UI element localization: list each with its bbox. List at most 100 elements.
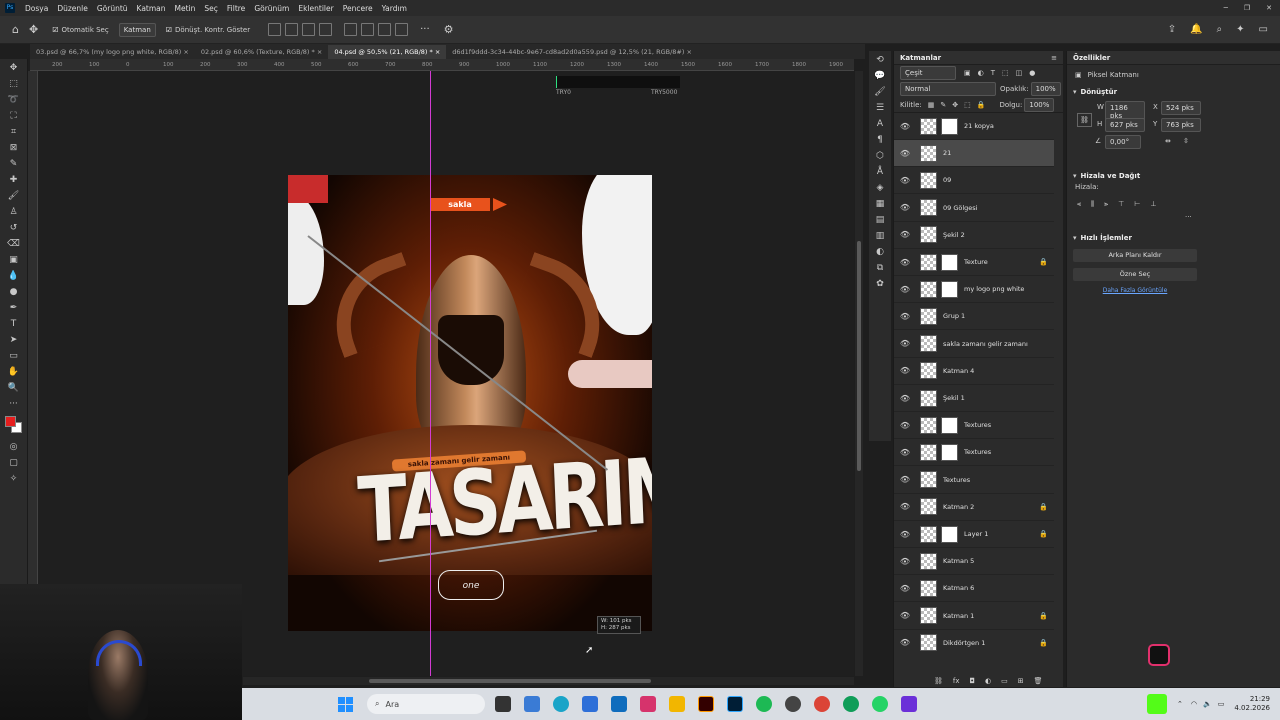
h-field[interactable]: 627 pks bbox=[1105, 118, 1145, 132]
layer-row[interactable]: 👁 Katman 2 🔒 bbox=[894, 494, 1054, 521]
layer-mask-thumbnail[interactable] bbox=[941, 443, 958, 461]
eraser-icon[interactable]: ⌫ bbox=[4, 236, 24, 251]
layer-row[interactable]: 👁 Texture 🔒 bbox=[894, 249, 1054, 276]
align-section-header[interactable]: ▾ Hizala ve Dağıt bbox=[1067, 169, 1280, 183]
app-b-icon[interactable] bbox=[901, 696, 917, 712]
select-subject-button[interactable]: Özne Seç bbox=[1073, 268, 1197, 281]
layer-filter-select[interactable]: Çeşit bbox=[900, 66, 956, 80]
filter-pixel-icon[interactable]: ▣ bbox=[964, 69, 971, 77]
adjustment-layer-icon[interactable]: ◐ bbox=[985, 677, 991, 685]
filter-toggle-icon[interactable]: ● bbox=[1029, 69, 1035, 77]
quick-mask-icon[interactable]: ◎ bbox=[4, 439, 24, 454]
libraries-panel-icon[interactable]: ⧉ bbox=[870, 260, 890, 275]
more-tools-icon[interactable]: ··· bbox=[4, 396, 24, 411]
search-icon[interactable]: ⌕ bbox=[1217, 24, 1223, 35]
blend-mode-select[interactable]: Normal bbox=[900, 82, 996, 96]
taskbar-search[interactable]: ⌕ Ara bbox=[367, 694, 485, 714]
align-center-h-icon[interactable]: ⫼ bbox=[1091, 200, 1094, 209]
path-select-icon[interactable]: ➤ bbox=[4, 332, 24, 347]
photoshop-app-icon[interactable] bbox=[727, 696, 743, 712]
color-swatches[interactable] bbox=[3, 414, 25, 436]
horizontal-scroll-thumb[interactable] bbox=[369, 679, 651, 683]
tray-chevron-icon[interactable]: ⌃ bbox=[1177, 700, 1183, 708]
y-field[interactable]: 763 pks bbox=[1161, 118, 1201, 132]
distribute-icon[interactable] bbox=[395, 23, 409, 36]
quick-actions-header[interactable]: ▾ Hızlı İşlemler bbox=[1067, 231, 1280, 245]
flip-h-icon[interactable]: ⇹ bbox=[1165, 137, 1171, 145]
paragraph-panel-icon[interactable]: ¶ bbox=[870, 132, 890, 147]
settings-gear-icon[interactable]: ⚙ bbox=[444, 23, 454, 36]
document-tab[interactable]: 04.psd @ 50,5% (21, RGB/8) * × bbox=[328, 44, 447, 59]
align-top-icon[interactable] bbox=[344, 23, 358, 36]
actions-panel-icon[interactable]: ✿ bbox=[870, 276, 890, 291]
photoshop-logo-icon[interactable]: Ps bbox=[5, 3, 15, 13]
layer-row[interactable]: 👁 Katman 1 🔒 bbox=[894, 603, 1054, 630]
lock-transparency-icon[interactable]: ▦ bbox=[928, 101, 935, 109]
minimize-icon[interactable]: ─ bbox=[1224, 4, 1228, 12]
layer-row[interactable]: 👁 09 bbox=[894, 167, 1054, 195]
visibility-eye-icon[interactable]: 👁 bbox=[898, 285, 912, 294]
layer-row[interactable]: 👁 Katman 5 bbox=[894, 548, 1054, 576]
stamp-icon[interactable]: ♙ bbox=[4, 204, 24, 219]
layer-row[interactable]: 👁 09 Gölgesi bbox=[894, 195, 1054, 222]
close-tab-icon[interactable]: × bbox=[433, 48, 440, 56]
document-tab[interactable]: 02.psd @ 60,6% (Texture, RGB/8) * × bbox=[195, 45, 329, 59]
visibility-eye-icon[interactable]: 👁 bbox=[898, 638, 912, 647]
layer-mask-thumbnail[interactable] bbox=[941, 416, 958, 434]
visibility-eye-icon[interactable]: 👁 bbox=[898, 258, 912, 267]
menu-item[interactable]: Metin bbox=[175, 4, 196, 13]
screen-mode-icon[interactable]: ▢ bbox=[4, 455, 24, 470]
history-panel-icon[interactable]: ⟲ bbox=[870, 52, 890, 67]
visibility-eye-icon[interactable]: 👁 bbox=[898, 312, 912, 321]
layer-row[interactable]: 👁 21 bbox=[894, 140, 1054, 168]
align-bottom-edge-icon[interactable]: ⊥ bbox=[1150, 200, 1156, 208]
store-icon[interactable] bbox=[524, 696, 540, 712]
visibility-eye-icon[interactable]: 👁 bbox=[898, 502, 912, 511]
zoom-icon[interactable]: 🔍 bbox=[4, 380, 24, 395]
edge-icon[interactable] bbox=[553, 696, 569, 712]
menu-item[interactable]: Düzenle bbox=[57, 4, 88, 13]
x-field[interactable]: 524 pks bbox=[1161, 101, 1201, 115]
layer-row[interactable]: 👁 Textures bbox=[894, 412, 1054, 440]
layers-title[interactable]: Katmanlar bbox=[900, 54, 941, 62]
link-wh-icon[interactable]: ⛓ bbox=[1077, 113, 1092, 127]
properties-title[interactable]: Özellikler bbox=[1073, 54, 1110, 62]
layer-mask-thumbnail[interactable] bbox=[941, 525, 958, 543]
color-panel-icon[interactable]: ◐ bbox=[870, 244, 890, 259]
align-more-icon[interactable]: ··· bbox=[1067, 213, 1280, 227]
move-tool-icon[interactable]: ✥ bbox=[29, 23, 38, 36]
visibility-eye-icon[interactable]: 👁 bbox=[898, 394, 912, 403]
filter-shape-icon[interactable]: ⬚ bbox=[1002, 69, 1009, 77]
visibility-eye-icon[interactable]: 👁 bbox=[898, 149, 912, 158]
workspace-icon[interactable]: ▭ bbox=[1259, 24, 1268, 35]
align-hcenter-icon[interactable] bbox=[285, 23, 299, 36]
task-view-icon[interactable] bbox=[495, 696, 511, 712]
crop-icon[interactable]: ⌗ bbox=[4, 124, 24, 139]
visibility-eye-icon[interactable]: 👁 bbox=[898, 530, 912, 539]
horizontal-scrollbar[interactable] bbox=[243, 677, 854, 685]
gradient-panel-icon[interactable]: ▤ bbox=[870, 212, 890, 227]
menu-item[interactable]: Filtre bbox=[227, 4, 245, 13]
visibility-eye-icon[interactable]: 👁 bbox=[898, 366, 912, 375]
comment-panel-icon[interactable]: 💬 bbox=[870, 68, 890, 83]
foreground-color-swatch[interactable] bbox=[4, 416, 16, 427]
align-justify-icon[interactable] bbox=[319, 23, 333, 36]
lasso-icon[interactable]: ➰ bbox=[4, 92, 24, 107]
fx-icon[interactable]: fx bbox=[953, 677, 960, 685]
layer-row[interactable]: 👁 Textures bbox=[894, 467, 1054, 494]
layer-row[interactable]: 👁 Katman 6 bbox=[894, 575, 1054, 603]
restore-icon[interactable]: ❐ bbox=[1244, 4, 1250, 12]
battery-icon[interactable]: ▭ bbox=[1218, 700, 1225, 708]
transform-checkbox[interactable]: ☑ bbox=[166, 26, 172, 34]
layer-comp-icon[interactable]: ◈ bbox=[870, 180, 890, 195]
menu-item[interactable]: Pencere bbox=[343, 4, 373, 13]
close-tab-icon[interactable]: × bbox=[315, 48, 322, 56]
home-icon[interactable]: ⌂ bbox=[12, 23, 19, 36]
frame-icon[interactable]: ⊠ bbox=[4, 140, 24, 155]
menu-item[interactable]: Eklentiler bbox=[298, 4, 333, 13]
swatches-panel-icon[interactable]: ▦ bbox=[870, 196, 890, 211]
close-tab-icon[interactable]: × bbox=[181, 48, 188, 56]
outlook-icon[interactable] bbox=[611, 696, 627, 712]
cube-panel-icon[interactable]: ⬡ bbox=[870, 148, 890, 163]
blur-icon[interactable]: 💧 bbox=[4, 268, 24, 283]
